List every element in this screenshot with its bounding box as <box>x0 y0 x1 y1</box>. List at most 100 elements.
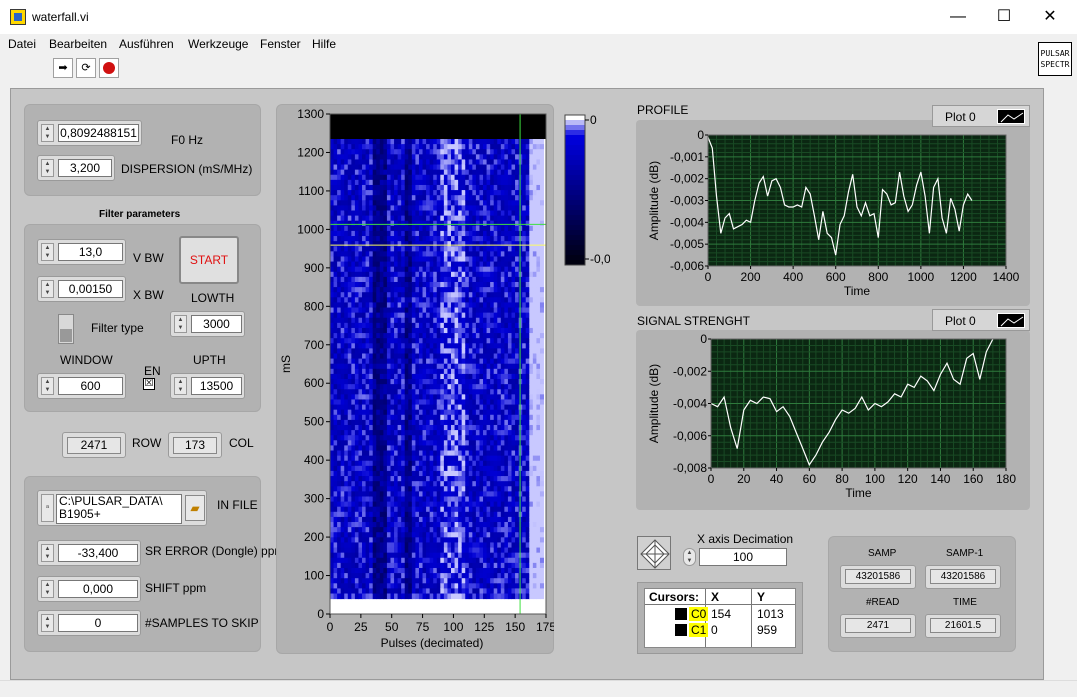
heatmap-cell <box>369 164 374 171</box>
folder-open-icon[interactable]: ▰ <box>185 495 205 521</box>
heatmap-cell <box>475 435 480 441</box>
f0-value[interactable]: 0,8092488151 <box>58 124 139 142</box>
vertical-scrollbar[interactable] <box>1056 88 1072 680</box>
heatmap-cell <box>365 307 370 314</box>
heatmap-cell <box>404 414 409 421</box>
menu-werkzeuge[interactable]: Werkzeuge <box>188 37 248 51</box>
menu-fenster[interactable]: Fenster <box>260 37 301 51</box>
waterfall-graph[interactable]: 0100200300400500600700800900100011001200… <box>276 104 554 654</box>
heatmap-cell <box>507 164 512 171</box>
heatmap-cell <box>362 215 367 222</box>
heatmap-cell <box>451 164 456 171</box>
abort-button[interactable] <box>99 58 119 78</box>
heatmap-cell <box>372 404 377 411</box>
heatmap-cell <box>337 542 342 549</box>
increment-icon[interactable]: ▲ ▼ <box>41 243 54 261</box>
heatmap-cell <box>411 266 416 273</box>
en-checkbox[interactable]: ☒ <box>143 378 155 390</box>
dispersion-control[interactable]: ▲ ▼ 3,200 <box>37 155 115 181</box>
skip-control[interactable]: ▲ ▼ 0 <box>37 610 141 636</box>
upth-control[interactable]: ▲ ▼ 13500 <box>170 373 245 399</box>
heatmap-cell <box>479 527 484 533</box>
skip-value[interactable]: 0 <box>58 614 138 632</box>
lowth-value[interactable]: 3000 <box>191 315 242 333</box>
heatmap-cell <box>493 190 498 196</box>
heatmap-cell <box>426 588 431 595</box>
close-button[interactable]: ✕ <box>1027 0 1073 34</box>
heatmap-cell <box>443 353 448 360</box>
window-control[interactable]: ▲ ▼ 600 <box>37 373 126 399</box>
shift-value[interactable]: 0,000 <box>58 580 138 598</box>
heatmap-cell <box>507 266 512 273</box>
increment-icon[interactable]: ▲ ▼ <box>41 159 54 177</box>
heatmap-cell <box>397 241 402 247</box>
window-value[interactable]: 600 <box>58 377 123 395</box>
heatmap-cell <box>379 409 384 416</box>
filter-type-switch[interactable] <box>58 314 74 344</box>
heatmap-cell <box>390 144 395 150</box>
increment-icon[interactable]: ▲ ▼ <box>41 377 54 395</box>
heatmap-cell <box>401 465 406 472</box>
heatmap-cell <box>507 190 512 196</box>
minimize-button[interactable]: — <box>935 0 981 34</box>
xbw-value[interactable]: 0,00150 <box>58 280 123 298</box>
heatmap-cell <box>429 179 434 186</box>
heatmap-cell <box>330 460 335 467</box>
vbw-control[interactable]: ▲ ▼ 13,0 <box>37 239 126 265</box>
heatmap-cell <box>475 557 480 564</box>
heatmap-cell <box>515 174 520 181</box>
heatmap-cell <box>486 246 491 252</box>
heatmap-cell <box>369 404 374 411</box>
heatmap-cell <box>347 200 352 206</box>
menu-ausfuehren[interactable]: Ausführen <box>119 37 174 51</box>
increment-icon[interactable]: ▲ ▼ <box>41 614 54 632</box>
menu-datei[interactable]: Datei <box>8 37 36 51</box>
infile-control[interactable]: ᵃ C:\PULSAR_DATA\ B1905+ ▰ <box>37 490 207 526</box>
heatmap-cell <box>365 149 370 155</box>
heatmap-cell <box>507 384 512 390</box>
heatmap-cell <box>376 205 381 211</box>
dispersion-value[interactable]: 3,200 <box>58 159 112 177</box>
menu-bearbeiten[interactable]: Bearbeiten <box>49 37 107 51</box>
heatmap-cell <box>443 363 448 370</box>
start-button[interactable]: START <box>179 236 239 284</box>
increment-icon[interactable]: ▲ ▼ <box>174 315 187 333</box>
heatmap-cell <box>429 139 434 145</box>
run-button[interactable]: ➡ <box>53 58 73 78</box>
heatmap-cell <box>404 297 409 303</box>
heatmap-cell <box>369 261 374 268</box>
vbw-value[interactable]: 13,0 <box>58 243 123 261</box>
maximize-button[interactable]: ☐ <box>981 0 1027 34</box>
heatmap-cell <box>483 506 488 513</box>
run-continuously-button[interactable]: ⟳ <box>76 58 96 78</box>
heatmap-cell <box>369 527 374 533</box>
lowth-control[interactable]: ▲ ▼ 3000 <box>170 311 245 337</box>
upth-value[interactable]: 13500 <box>191 377 242 395</box>
sr-error-control[interactable]: ▲ ▼ -33,400 <box>37 540 141 566</box>
heatmap-cell <box>344 312 349 319</box>
heatmap-cell <box>404 424 409 431</box>
increment-icon[interactable]: ▲ ▼ <box>41 124 54 142</box>
heatmap-cell <box>344 435 349 441</box>
heatmap-cell <box>475 389 480 395</box>
heatmap-cell <box>386 399 391 406</box>
infile-path[interactable]: C:\PULSAR_DATA\ B1905+ <box>56 494 182 524</box>
heatmap-cell <box>479 348 484 354</box>
heatmap-cell <box>433 184 438 191</box>
increment-icon[interactable]: ▲ ▼ <box>174 377 187 395</box>
heatmap-cell <box>504 184 509 191</box>
heatmap-cell <box>475 542 480 549</box>
sr-error-value[interactable]: -33,400 <box>58 544 138 562</box>
heatmap-cell <box>386 179 391 186</box>
shift-control[interactable]: ▲ ▼ 0,000 <box>37 576 141 602</box>
heatmap-cell <box>404 511 409 518</box>
increment-icon[interactable]: ▲ ▼ <box>41 280 54 298</box>
horizontal-scrollbar[interactable] <box>0 680 1077 697</box>
heatmap-cell <box>447 424 452 431</box>
xbw-control[interactable]: ▲ ▼ 0,00150 <box>37 276 126 302</box>
heatmap-cell <box>379 522 384 528</box>
increment-icon[interactable]: ▲ ▼ <box>41 580 54 598</box>
increment-icon[interactable]: ▲ ▼ <box>41 544 54 562</box>
f0-control[interactable]: ▲ ▼ 0,8092488151 <box>37 120 142 146</box>
menu-hilfe[interactable]: Hilfe <box>312 37 336 51</box>
